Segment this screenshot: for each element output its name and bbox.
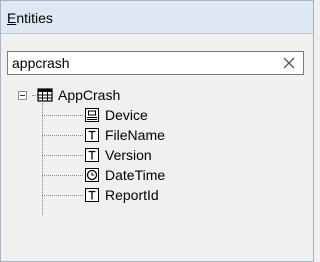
tree-node-label: AppCrash: [58, 87, 121, 103]
device-icon: [85, 108, 99, 122]
tree-connector: [42, 155, 83, 156]
tree-node-reportid[interactable]: ReportId: [84, 185, 159, 205]
tree-connector: [42, 175, 83, 176]
tree-connector: [42, 135, 83, 136]
text-field-icon: [85, 128, 99, 142]
tree-connector: [42, 195, 83, 196]
search-box[interactable]: [7, 51, 304, 75]
tree-node-appcrash[interactable]: AppCrash: [18, 85, 120, 105]
panel-header: Entities: [1, 1, 313, 34]
title-mnemonic: E: [7, 10, 17, 26]
tree-node-datetime[interactable]: DateTime: [84, 165, 165, 185]
entities-panel: Entities appcrash AppCrash Device FileNa…: [0, 0, 314, 262]
tree-node-filename[interactable]: FileName: [84, 125, 165, 145]
tree-node-label: Version: [105, 147, 152, 163]
entity-tree: AppCrash Device FileName Version DateTim…: [2, 75, 312, 261]
tree-node-label: FileName: [105, 127, 165, 143]
tree-connector-vertical: [42, 103, 43, 215]
table-icon: [37, 88, 53, 102]
text-field-icon: [85, 148, 99, 162]
tree-connector: [42, 115, 83, 116]
tree-node-label: Device: [105, 107, 148, 123]
tree-node-device[interactable]: Device: [84, 105, 148, 125]
tree-node-label: ReportId: [105, 187, 159, 203]
title-rest: ntities: [16, 10, 53, 26]
panel-body: AppCrash Device FileName: [2, 35, 312, 261]
clock-icon: [85, 168, 99, 182]
tree-node-version[interactable]: Version: [84, 145, 152, 165]
close-icon[interactable]: [281, 55, 297, 71]
text-field-icon: [85, 188, 99, 202]
collapse-icon[interactable]: [18, 90, 27, 100]
panel-title: Entities: [7, 10, 53, 26]
tree-node-label: DateTime: [105, 167, 166, 183]
search-input[interactable]: [8, 52, 282, 74]
